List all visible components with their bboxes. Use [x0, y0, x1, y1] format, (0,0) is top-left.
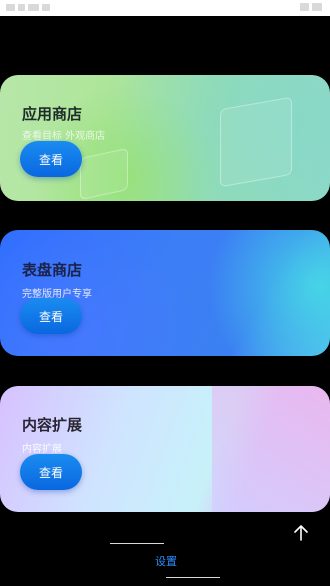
bottom-divider	[110, 543, 164, 544]
hexagon-decoration	[220, 96, 292, 188]
view-app-store-button[interactable]: 查看	[20, 141, 82, 177]
view-content-extension-button[interactable]: 查看	[20, 454, 82, 490]
card-title: 表盘商店	[22, 261, 83, 279]
hexagon-decoration	[80, 147, 128, 201]
watch-face-store-card[interactable]: 表盘商店 完整版用户专享 查看	[0, 230, 330, 356]
card-subtitle: 查看目标 外观商店	[22, 131, 106, 142]
app-store-card[interactable]: 应用商店 查看目标 外观商店 查看	[0, 75, 330, 201]
arrow-up-icon[interactable]	[290, 522, 312, 544]
bottom-divider	[166, 577, 220, 578]
status-bar	[0, 0, 330, 16]
settings-tab[interactable]: 设置	[148, 553, 184, 569]
content-extension-card[interactable]: 内容扩展 内容扩展 查看	[0, 386, 330, 512]
card-side-panel	[212, 386, 330, 512]
card-title: 应用商店	[22, 105, 83, 123]
card-title: 内容扩展	[22, 416, 83, 434]
status-left-icons	[6, 3, 56, 12]
arrow-up-icon	[294, 525, 308, 541]
status-right-icons	[300, 3, 322, 11]
view-watch-face-store-button[interactable]: 查看	[20, 298, 82, 334]
card-subtitle: 内容扩展	[22, 444, 62, 455]
